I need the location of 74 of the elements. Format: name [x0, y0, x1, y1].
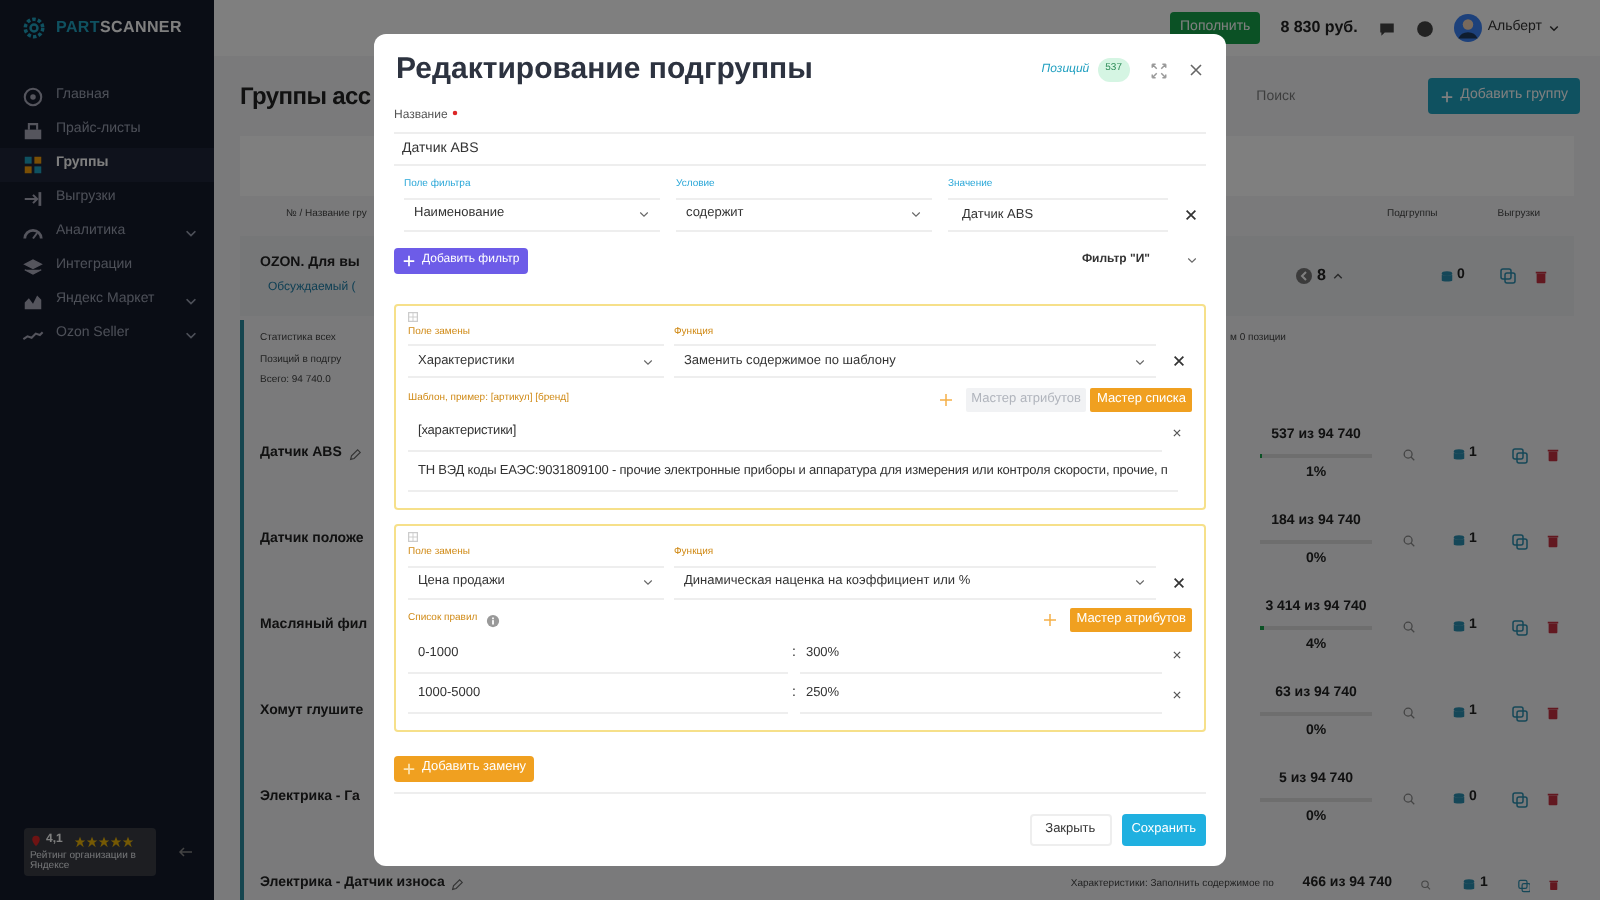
copy-icon[interactable]	[1512, 533, 1528, 549]
search-icon[interactable]	[1402, 706, 1416, 720]
database-icon[interactable]	[1451, 620, 1466, 634]
copy-icon[interactable]	[1500, 268, 1516, 284]
drag-handle-icon[interactable]	[408, 532, 418, 542]
database-icon[interactable]	[1451, 448, 1466, 462]
search-icon[interactable]	[1402, 448, 1416, 462]
copy-icon[interactable]	[1512, 791, 1528, 807]
database-icon[interactable]	[1451, 792, 1466, 806]
database-icon[interactable]	[1462, 878, 1477, 892]
trash-icon[interactable]	[1546, 792, 1560, 806]
nav-icon	[22, 290, 44, 312]
trash-icon[interactable]	[1546, 706, 1560, 720]
copy-icon[interactable]	[1512, 705, 1528, 721]
nav-icon	[22, 188, 44, 210]
gear-icon	[20, 14, 48, 42]
close-icon[interactable]	[1172, 649, 1182, 659]
modal-title: Редактирование подгруппы	[396, 49, 815, 90]
close-icon[interactable]	[1172, 428, 1182, 438]
copy-icon[interactable]	[1512, 447, 1528, 463]
chevron-down-icon	[910, 208, 922, 220]
chevron-down-icon	[1134, 355, 1146, 367]
trash-icon[interactable]	[1548, 878, 1560, 892]
plus-icon[interactable]	[1042, 612, 1059, 628]
nav-icon	[22, 120, 44, 142]
chevron-down-icon	[642, 576, 654, 588]
chevron-down-icon	[1186, 254, 1198, 266]
search-icon[interactable]	[1402, 792, 1416, 806]
chevron-down-icon[interactable]	[184, 328, 198, 342]
balance-text: 8 830 руб.	[1280, 16, 1358, 40]
plus-icon	[402, 761, 416, 775]
pencil-icon[interactable]	[347, 448, 362, 462]
pencil-icon[interactable]	[450, 878, 465, 892]
chevron-down-icon[interactable]	[184, 294, 198, 308]
copy-icon[interactable]	[1512, 619, 1528, 635]
database-icon[interactable]	[1451, 534, 1466, 548]
database-icon[interactable]	[1439, 269, 1454, 283]
chevron-down-icon[interactable]	[184, 226, 198, 240]
subgroup-count: 8	[1317, 264, 1326, 288]
avatar-icon[interactable]	[1453, 14, 1482, 42]
chevron-down-icon	[642, 355, 654, 367]
page-title: Группы асс	[240, 82, 371, 110]
trash-icon[interactable]	[1546, 534, 1560, 548]
drag-handle-icon[interactable]	[408, 311, 418, 321]
back-arrow-icon[interactable]	[1295, 268, 1312, 284]
plus-icon[interactable]	[937, 391, 954, 407]
map-pin-icon	[30, 834, 42, 848]
chat-icon[interactable]	[1377, 19, 1396, 37]
close-icon[interactable]	[1184, 207, 1198, 221]
trash-icon[interactable]	[1534, 269, 1548, 283]
plus-icon	[1440, 89, 1455, 103]
chevron-down-icon	[1134, 576, 1146, 588]
trash-icon[interactable]	[1546, 448, 1560, 462]
plus-icon	[402, 253, 416, 267]
nav-icon	[22, 154, 44, 176]
collapse-arrow-icon[interactable]	[176, 844, 196, 860]
nav-icon	[22, 256, 44, 278]
chevron-down-icon	[638, 208, 650, 220]
trash-icon[interactable]	[1546, 620, 1560, 634]
close-icon[interactable]	[1172, 354, 1186, 368]
database-icon[interactable]	[1451, 706, 1466, 720]
info-icon[interactable]	[485, 613, 500, 627]
chevron-up-icon[interactable]	[1332, 270, 1344, 282]
chevron-down-icon[interactable]	[1548, 22, 1560, 34]
logo-text: PARTSCANNER	[56, 16, 182, 40]
search-icon[interactable]	[1402, 534, 1416, 548]
close-icon[interactable]	[1172, 689, 1182, 699]
close-icon[interactable]	[1188, 62, 1204, 78]
close-icon[interactable]	[1172, 575, 1186, 589]
expand-icon[interactable]	[1150, 61, 1168, 79]
copy-icon[interactable]	[1517, 877, 1531, 893]
nav-icon	[22, 86, 44, 108]
search-icon[interactable]	[1402, 620, 1416, 634]
search-icon[interactable]	[1420, 878, 1433, 892]
